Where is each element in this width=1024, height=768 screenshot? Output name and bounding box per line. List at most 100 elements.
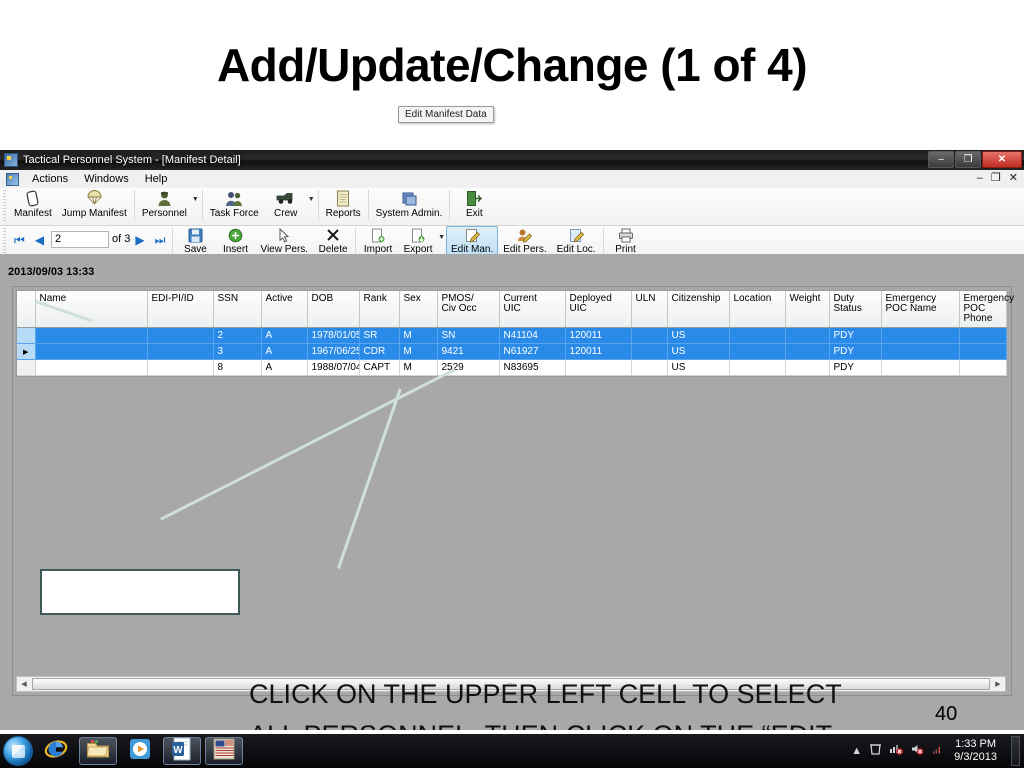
cell-sex[interactable]: M — [399, 343, 438, 360]
toolbar-button-system-admin[interactable]: System Admin. — [371, 188, 448, 219]
taskbar-internet-explorer[interactable] — [37, 737, 75, 765]
toolbar-grip[interactable] — [3, 190, 6, 222]
cell-name[interactable] — [35, 327, 148, 344]
toolbar-button-manifest[interactable]: Manifest — [9, 188, 57, 219]
cell-poc-phone[interactable] — [959, 359, 1007, 376]
cell-duty-status[interactable]: PDY — [829, 359, 882, 376]
close-button[interactable]: ✕ — [982, 151, 1022, 168]
window-controls[interactable]: – ❐ ✕ — [928, 151, 1022, 168]
cell-citizenship[interactable]: US — [667, 359, 730, 376]
column-header-poc-name[interactable]: Emergency POC Name — [881, 291, 960, 328]
cell-edipi[interactable] — [147, 327, 214, 344]
chevron-down-icon[interactable]: ▼ — [438, 234, 445, 241]
column-header-weight[interactable]: Weight — [785, 291, 830, 328]
print-button[interactable]: Print — [606, 226, 646, 255]
cell-active[interactable]: A — [261, 359, 308, 376]
taskbar-flag-document[interactable] — [205, 737, 243, 765]
column-header-deployed-uic[interactable]: Deployed UIC — [565, 291, 632, 328]
taskbar-clock[interactable]: 1:33 PM 9/3/2013 — [954, 738, 997, 764]
scroll-left-icon[interactable]: ◀ — [17, 680, 31, 688]
table-row[interactable]: 2 A 1978/01/05 SR M SN N41104 120011 US — [17, 327, 1007, 344]
cell-dob[interactable]: 1988/07/04 — [307, 359, 360, 376]
toolbar-button-personnel[interactable]: Personnel — [137, 188, 192, 219]
mdi-minimize-button[interactable]: – — [977, 171, 983, 185]
next-record-button[interactable]: ▶ — [130, 233, 149, 247]
cell-ssn[interactable]: 2 — [213, 327, 262, 344]
table-row[interactable]: 8 A 1988/07/04 CAPT M 2529 N83695 US — [17, 359, 1007, 376]
cell-location[interactable] — [729, 343, 786, 360]
toolbar-button-crew[interactable]: Crew — [264, 188, 308, 219]
cell-deployed-uic[interactable]: 120011 — [565, 343, 632, 360]
column-header-uln[interactable]: ULN — [631, 291, 668, 328]
cell-rank[interactable]: SR — [359, 327, 400, 344]
cell-poc-phone[interactable] — [959, 327, 1007, 344]
cell-deployed-uic[interactable]: 120011 — [565, 327, 632, 344]
signal-icon[interactable] — [931, 742, 943, 760]
show-desktop-button[interactable] — [1011, 736, 1020, 766]
scroll-right-icon[interactable]: ▶ — [991, 680, 1005, 688]
toolbar-button-task-force[interactable]: Task Force — [205, 188, 264, 219]
cell-location[interactable] — [729, 327, 786, 344]
toolbar-button-reports[interactable]: Reports — [321, 188, 366, 219]
menu-item-help[interactable]: Help — [137, 171, 176, 187]
cell-active[interactable]: A — [261, 343, 308, 360]
record-number-input[interactable]: 2 — [51, 231, 110, 248]
cell-sex[interactable]: M — [399, 327, 438, 344]
network-error-icon[interactable] — [889, 742, 903, 761]
start-button[interactable] — [3, 736, 33, 766]
table-row[interactable]: 3 A 1967/06/25 CDR M 9421 N61927 120011 … — [17, 343, 1007, 360]
previous-record-button[interactable]: ◀ — [30, 233, 49, 247]
cell-edipi[interactable] — [147, 343, 214, 360]
menu-item-windows[interactable]: Windows — [76, 171, 137, 187]
row-header-cell[interactable] — [17, 327, 36, 344]
cell-sex[interactable]: M — [399, 359, 438, 376]
chevron-down-icon[interactable]: ▼ — [308, 196, 315, 203]
data-grid[interactable]: Name EDI-PI/ID SSN Active DOB Rank Sex P… — [16, 290, 1014, 377]
save-button[interactable]: Save — [175, 226, 215, 255]
action-center-icon[interactable] — [869, 742, 882, 761]
cell-deployed-uic[interactable] — [565, 359, 632, 376]
cell-weight[interactable] — [785, 343, 830, 360]
column-header-ssn[interactable]: SSN — [213, 291, 262, 328]
select-all-cell[interactable] — [17, 291, 36, 328]
cell-ssn[interactable]: 8 — [213, 359, 262, 376]
minimize-button[interactable]: – — [928, 151, 954, 168]
cell-rank[interactable]: CDR — [359, 343, 400, 360]
cell-citizenship[interactable]: US — [667, 343, 730, 360]
cell-weight[interactable] — [785, 327, 830, 344]
mdi-restore-button[interactable]: ❐ — [991, 171, 1001, 185]
cell-uln[interactable] — [631, 359, 668, 376]
cell-active[interactable]: A — [261, 327, 308, 344]
maximize-button[interactable]: ❐ — [955, 151, 981, 168]
row-header-cell-current[interactable] — [17, 343, 36, 360]
cell-location[interactable] — [729, 359, 786, 376]
cell-rank[interactable]: CAPT — [359, 359, 400, 376]
import-button[interactable]: Import — [358, 226, 398, 255]
toolbar-button-jump-manifest[interactable]: Jump Manifest — [57, 188, 132, 219]
column-header-current-uic[interactable]: Current UIC — [499, 291, 566, 328]
edit-personnel-button[interactable]: Edit Pers. — [498, 226, 551, 255]
cell-poc-phone[interactable] — [959, 343, 1007, 360]
cell-uln[interactable] — [631, 327, 668, 344]
cell-citizenship[interactable]: US — [667, 327, 730, 344]
cell-poc-name[interactable] — [881, 327, 960, 344]
column-header-pmos[interactable]: PMOS/ Civ Occ — [437, 291, 500, 328]
cell-duty-status[interactable]: PDY — [829, 343, 882, 360]
column-header-dob[interactable]: DOB — [307, 291, 360, 328]
column-header-citizenship[interactable]: Citizenship — [667, 291, 730, 328]
cell-poc-name[interactable] — [881, 343, 960, 360]
column-header-active[interactable]: Active — [261, 291, 308, 328]
column-header-sex[interactable]: Sex — [399, 291, 438, 328]
tray-expand-chevron-icon[interactable]: ▲ — [851, 745, 862, 757]
column-header-edipi[interactable]: EDI-PI/ID — [147, 291, 214, 328]
edit-location-button[interactable]: Edit Loc. — [552, 226, 601, 255]
cell-poc-name[interactable] — [881, 359, 960, 376]
volume-mute-icon[interactable] — [910, 742, 924, 761]
cell-weight[interactable] — [785, 359, 830, 376]
cell-current-uic[interactable]: N61927 — [499, 343, 566, 360]
cell-name[interactable] — [35, 359, 148, 376]
cell-dob[interactable]: 1967/06/25 — [307, 343, 360, 360]
export-button[interactable]: Export — [398, 226, 438, 255]
cell-current-uic[interactable]: N41104 — [499, 327, 566, 344]
mdi-close-button[interactable]: ✕ — [1009, 171, 1018, 185]
